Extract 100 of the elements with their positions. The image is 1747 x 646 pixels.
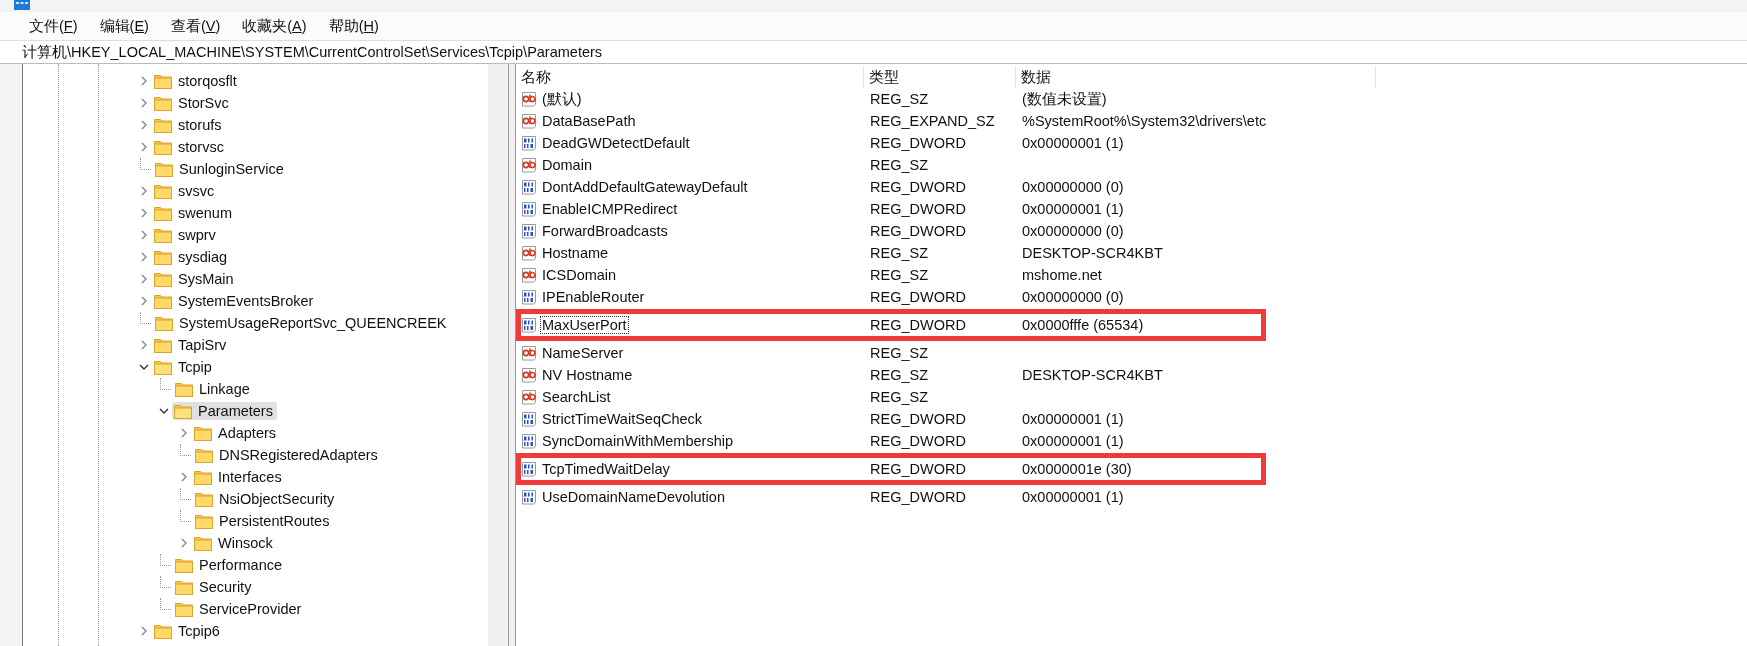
tree-item[interactable]: swenum xyxy=(154,204,236,222)
value-name[interactable]: ICSDomain xyxy=(541,267,618,283)
tree-item[interactable]: Tcpip6 xyxy=(154,622,224,640)
tree-item[interactable]: storvsc xyxy=(154,138,228,156)
folder-icon xyxy=(175,381,193,397)
tree-item[interactable]: swprv xyxy=(154,226,220,244)
value-type: REG_DWORD xyxy=(869,223,967,239)
folder-icon xyxy=(154,623,172,639)
folder-icon xyxy=(194,535,212,551)
value-type: REG_DWORD xyxy=(869,201,967,217)
value-type: REG_DWORD xyxy=(869,135,967,151)
tree-item[interactable]: SunloginService xyxy=(155,160,288,178)
tree-item[interactable]: PersistentRoutes xyxy=(195,512,334,530)
binary-value-icon xyxy=(521,433,537,449)
menu-item[interactable]: 帮助(H) xyxy=(317,13,390,39)
string-value-icon xyxy=(521,245,537,261)
tree-item[interactable]: ServiceProvider xyxy=(175,600,306,618)
string-value-icon xyxy=(521,267,537,283)
value-data: DESKTOP-SCR4KBT xyxy=(1021,367,1164,383)
string-value-icon xyxy=(521,345,537,361)
folder-icon xyxy=(175,601,193,617)
value-data: 0x00000000 (0) xyxy=(1021,289,1125,305)
tree-item[interactable]: SystemUsageReportSvc_QUEENCREEK xyxy=(155,314,451,332)
tree-item[interactable]: SysMain xyxy=(154,270,238,288)
value-name[interactable]: DeadGWDetectDefault xyxy=(541,135,691,151)
column-header[interactable]: 类型 xyxy=(864,66,1016,88)
menu-item[interactable]: 文件(F) xyxy=(18,13,89,39)
value-name[interactable]: DontAddDefaultGatewayDefault xyxy=(541,179,749,195)
tree-item[interactable]: Linkage xyxy=(175,380,254,398)
scrollbar-track[interactable] xyxy=(488,64,508,646)
folder-icon xyxy=(154,359,172,375)
value-type: REG_SZ xyxy=(869,345,929,361)
tree-item[interactable]: TapiSrv xyxy=(154,336,231,354)
menu-item[interactable]: 编辑(E) xyxy=(88,13,160,39)
value-name[interactable]: UseDomainNameDevolution xyxy=(541,489,726,505)
folder-icon xyxy=(154,73,172,89)
value-name[interactable]: (默认) xyxy=(541,89,583,109)
tree-item[interactable]: svsvc xyxy=(154,182,219,200)
tree-item[interactable]: sysdiag xyxy=(154,248,232,266)
tree-item[interactable]: storqosflt xyxy=(154,72,241,90)
value-name[interactable]: ForwardBroadcasts xyxy=(541,223,669,239)
binary-value-icon xyxy=(521,317,537,333)
tree-item[interactable]: Security xyxy=(175,578,256,596)
value-type: REG_SZ xyxy=(869,245,929,261)
folder-icon xyxy=(154,117,172,133)
folder-icon xyxy=(175,579,193,595)
binary-value-icon xyxy=(521,201,537,217)
value-type: REG_SZ xyxy=(869,389,929,405)
string-value-icon xyxy=(521,157,537,173)
tree-item[interactable]: storufs xyxy=(154,116,226,134)
value-name[interactable]: NV Hostname xyxy=(541,367,634,383)
value-type: REG_DWORD xyxy=(869,179,967,195)
binary-value-icon xyxy=(521,223,537,239)
folder-icon xyxy=(195,513,213,529)
tree-item[interactable]: DNSRegisteredAdapters xyxy=(195,446,382,464)
value-type: REG_SZ xyxy=(869,367,929,383)
tree-item[interactable]: Tcpip xyxy=(154,358,216,376)
value-data: 0x00000001 (1) xyxy=(1021,489,1125,505)
folder-icon xyxy=(154,293,172,309)
tree-item[interactable]: Interfaces xyxy=(194,468,286,486)
string-value-icon xyxy=(521,91,537,107)
value-type: REG_DWORD xyxy=(869,289,967,305)
folder-icon xyxy=(154,337,172,353)
tree-item[interactable]: Winsock xyxy=(194,534,277,552)
tree-item[interactable]: Performance xyxy=(175,556,286,574)
folder-icon xyxy=(154,205,172,221)
menu-item[interactable]: 查看(V) xyxy=(159,13,232,39)
value-name[interactable]: EnableICMPRedirect xyxy=(541,201,679,217)
value-name[interactable]: SyncDomainWithMembership xyxy=(541,433,734,449)
folder-icon xyxy=(195,491,213,507)
value-data: 0x00000001 (1) xyxy=(1021,201,1125,217)
value-name[interactable]: Domain xyxy=(541,157,593,173)
value-name[interactable]: MaxUserPort xyxy=(541,317,628,333)
tree-item[interactable]: NsiObjectSecurity xyxy=(195,490,339,508)
value-data: DESKTOP-SCR4KBT xyxy=(1021,245,1164,261)
value-data: mshome.net xyxy=(1021,267,1103,283)
folder-icon xyxy=(175,557,193,573)
tree-item[interactable]: StorSvc xyxy=(154,94,233,112)
value-name[interactable]: NameServer xyxy=(541,345,625,361)
value-name[interactable]: StrictTimeWaitSeqCheck xyxy=(541,411,704,427)
tree-item[interactable]: SystemEventsBroker xyxy=(154,292,318,310)
tree-item[interactable]: Parameters xyxy=(172,402,277,420)
value-name[interactable]: Hostname xyxy=(541,245,610,261)
column-header[interactable]: 名称 xyxy=(516,66,864,88)
tree-item[interactable]: Adapters xyxy=(194,424,281,442)
folder-icon xyxy=(174,403,192,419)
folder-icon xyxy=(194,469,212,485)
value-name[interactable]: SearchList xyxy=(541,389,612,405)
folder-icon xyxy=(154,249,172,265)
value-type: REG_SZ xyxy=(869,91,929,107)
value-type: REG_DWORD xyxy=(869,489,967,505)
binary-value-icon xyxy=(521,489,537,505)
menu-item[interactable]: 收藏夹(A) xyxy=(231,13,318,39)
value-type: REG_DWORD xyxy=(869,461,967,477)
binary-value-icon xyxy=(521,135,537,151)
value-name[interactable]: DataBasePath xyxy=(541,113,637,129)
binary-value-icon xyxy=(521,411,537,427)
value-name[interactable]: IPEnableRouter xyxy=(541,289,646,305)
value-name[interactable]: TcpTimedWaitDelay xyxy=(541,461,671,477)
column-header[interactable]: 数据 xyxy=(1016,66,1376,88)
